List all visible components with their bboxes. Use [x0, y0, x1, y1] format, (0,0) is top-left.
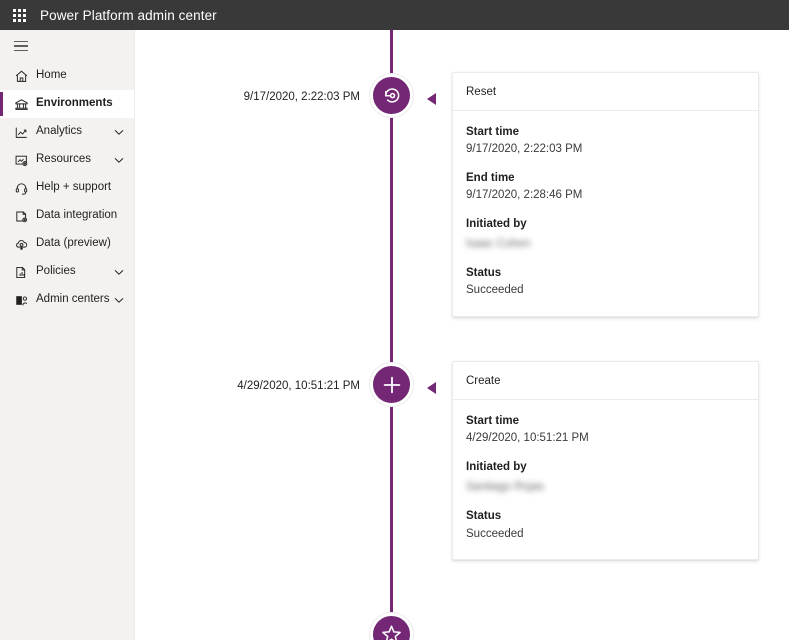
- waffle-grid-icon: [12, 8, 26, 22]
- app-title: Power Platform admin center: [40, 7, 217, 23]
- sidebar-item-data-preview[interactable]: Data (preview): [0, 230, 134, 258]
- sidebar-item-help-support[interactable]: Help + support: [0, 174, 134, 202]
- sidebar-item-label: Data (preview): [36, 237, 111, 250]
- sidebar-item-policies[interactable]: Policies: [0, 258, 134, 286]
- headset-icon: [12, 179, 30, 197]
- sidebar-item-admin-centers[interactable]: Admin centers: [0, 286, 134, 314]
- field-value-redacted: Isaac Cohen: [466, 237, 531, 250]
- field-value: 9/17/2020, 2:28:46 PM: [466, 189, 583, 202]
- sidebar-item-label: Help + support: [36, 181, 112, 194]
- detail-field: Initiated by Santiago Rojas: [466, 460, 745, 495]
- chevron-down-icon[interactable]: [114, 155, 124, 165]
- admin-centers-icon: [12, 291, 30, 309]
- timeline-node-origin[interactable]: [370, 613, 413, 640]
- sidebar-item-label: Resources: [36, 153, 91, 166]
- sidebar-item-label: Policies: [36, 265, 76, 278]
- timeline-detail-card: Reset Start time 9/17/2020, 2:22:03 PM E…: [452, 72, 759, 317]
- detail-field: Start time 4/29/2020, 10:51:21 PM: [466, 414, 745, 446]
- app-launcher-button[interactable]: [6, 0, 32, 30]
- sidebar-item-data-integration[interactable]: Data integration: [0, 202, 134, 230]
- field-value-redacted: Santiago Rojas: [466, 481, 544, 494]
- star-outline-icon: [380, 623, 403, 640]
- field-value: 4/29/2020, 10:51:21 PM: [466, 432, 589, 445]
- timeline-detail-card: Create Start time 4/29/2020, 10:51:21 PM…: [452, 361, 759, 560]
- chevron-down-icon[interactable]: [114, 267, 124, 277]
- sidebar-item-resources[interactable]: Resources: [0, 146, 134, 174]
- environment-history-timeline: 9/17/2020, 2:22:03 PM Reset Start time 9…: [135, 30, 789, 640]
- field-label: Initiated by: [466, 217, 527, 230]
- timeline-card-pointer: [427, 93, 436, 105]
- resources-icon: [12, 151, 30, 169]
- timeline-node-create[interactable]: [370, 363, 413, 406]
- field-label: Initiated by: [466, 460, 527, 473]
- create-plus-icon: [380, 373, 404, 397]
- sidebar-navigation: Home Environments Analytics Resources He…: [0, 30, 135, 640]
- app-header: Power Platform admin center: [0, 0, 789, 30]
- timeline-event-date: 4/29/2020, 10:51:21 PM: [237, 380, 360, 392]
- chevron-down-icon[interactable]: [114, 295, 124, 305]
- field-label: Status: [466, 266, 502, 279]
- chevron-down-icon[interactable]: [114, 127, 124, 137]
- hamburger-icon: [14, 40, 28, 52]
- timeline-axis-line: [390, 30, 393, 640]
- detail-field: Status Succeeded: [466, 509, 745, 541]
- data-cloud-icon: [12, 235, 30, 253]
- card-body: Start time 9/17/2020, 2:22:03 PM End tim…: [453, 111, 758, 316]
- sidebar-item-analytics[interactable]: Analytics: [0, 118, 134, 146]
- policies-document-icon: [12, 263, 30, 281]
- detail-field: End time 9/17/2020, 2:28:46 PM: [466, 171, 745, 203]
- sidebar-item-label: Admin centers: [36, 293, 110, 306]
- timeline-event-date: 9/17/2020, 2:22:03 PM: [243, 91, 360, 103]
- sidebar-item-label: Home: [36, 69, 67, 82]
- field-value: Succeeded: [466, 284, 524, 297]
- detail-field: Start time 9/17/2020, 2:22:03 PM: [466, 125, 745, 157]
- field-value: Succeeded: [466, 527, 524, 540]
- environments-icon: [12, 95, 30, 113]
- data-integration-icon: [12, 207, 30, 225]
- sidebar-item-label: Environments: [36, 97, 113, 110]
- field-label: Start time: [466, 415, 520, 427]
- timeline-node-reset[interactable]: [370, 74, 413, 117]
- sidebar-item-label: Analytics: [36, 125, 83, 138]
- sidebar-item-environments[interactable]: Environments: [0, 90, 134, 118]
- field-label: Status: [466, 510, 502, 523]
- detail-field: Status Succeeded: [466, 266, 745, 298]
- analytics-chart-icon: [12, 123, 30, 141]
- sidebar-item-home[interactable]: Home: [0, 62, 134, 90]
- card-body: Start time 4/29/2020, 10:51:21 PM Initia…: [453, 400, 758, 559]
- field-label: End time: [466, 171, 515, 184]
- detail-field: Initiated by Isaac Cohen: [466, 217, 745, 252]
- card-title: Create: [453, 362, 758, 400]
- menu-toggle-button[interactable]: [0, 30, 134, 62]
- field-label: Start time: [466, 126, 520, 138]
- sidebar-item-label: Data integration: [36, 209, 118, 222]
- reset-circular-arrow-icon: [381, 85, 403, 107]
- field-value: 9/17/2020, 2:22:03 PM: [466, 143, 583, 156]
- timeline-card-pointer: [427, 382, 436, 394]
- home-icon: [12, 67, 30, 85]
- card-title: Reset: [453, 73, 758, 111]
